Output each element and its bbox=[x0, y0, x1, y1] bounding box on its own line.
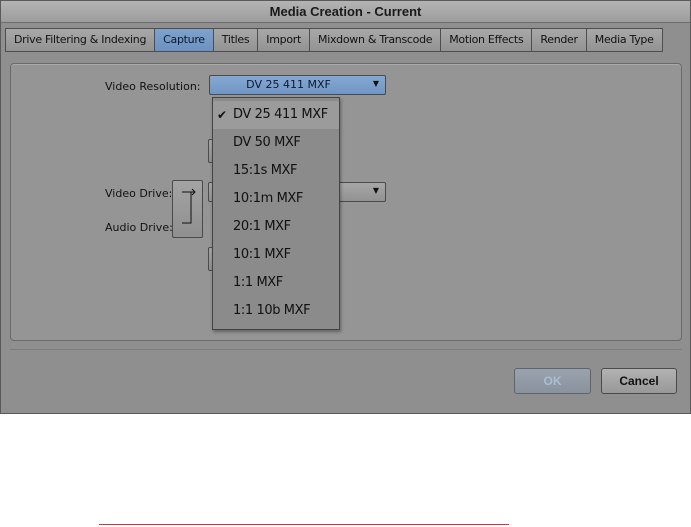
tab-mixdown-transcode[interactable]: Mixdown & Transcode bbox=[309, 28, 442, 52]
ok-button[interactable]: OK bbox=[514, 368, 591, 394]
media-creation-window: Media Creation - Current Drive Filtering… bbox=[0, 0, 691, 414]
capture-settings-panel bbox=[10, 63, 682, 341]
tab-import[interactable]: Import bbox=[257, 28, 311, 52]
underline-decoration bbox=[99, 524, 509, 525]
audio-drive-label: Audio Drive: bbox=[105, 221, 173, 234]
link-bracket-icon bbox=[182, 188, 196, 224]
window-title: Media Creation - Current bbox=[1, 1, 690, 23]
cancel-button[interactable]: Cancel bbox=[601, 368, 677, 394]
footer-divider bbox=[10, 349, 682, 350]
chevron-down-icon: ▼ bbox=[372, 186, 379, 195]
video-resolution-label: Video Resolution: bbox=[105, 80, 201, 93]
tab-drive-filtering-indexing[interactable]: Drive Filtering & Indexing bbox=[5, 28, 156, 52]
dropdown-option[interactable]: 1:1 MXF bbox=[213, 269, 339, 297]
dropdown-option[interactable]: 10:1 MXF bbox=[213, 241, 339, 269]
video-resolution-dropdown: ✔ DV 25 411 MXF DV 50 MXF 15:1s MXF 10:1… bbox=[212, 97, 340, 330]
tab-motion-effects[interactable]: Motion Effects bbox=[440, 28, 533, 52]
dropdown-option[interactable]: 20:1 MXF bbox=[213, 213, 339, 241]
dropdown-option[interactable]: 15:1s MXF bbox=[213, 157, 339, 185]
tab-bar: Drive Filtering & Indexing Capture Title… bbox=[5, 28, 663, 53]
dropdown-option[interactable]: 10:1m MXF bbox=[213, 185, 339, 213]
tab-media-type[interactable]: Media Type bbox=[585, 28, 663, 52]
video-resolution-value: DV 25 411 MXF bbox=[246, 78, 331, 91]
tab-render[interactable]: Render bbox=[531, 28, 587, 52]
checkmark-icon: ✔ bbox=[217, 108, 227, 122]
dropdown-option[interactable]: 1:1 10b MXF bbox=[213, 297, 339, 325]
chevron-down-icon: ▼ bbox=[372, 79, 379, 88]
dropdown-option[interactable]: DV 50 MXF bbox=[213, 129, 339, 157]
tab-titles[interactable]: Titles bbox=[212, 28, 259, 52]
video-drive-label: Video Drive: bbox=[105, 187, 173, 200]
drive-link-toggle[interactable] bbox=[172, 180, 203, 238]
video-resolution-select[interactable]: DV 25 411 MXF ▼ bbox=[209, 75, 386, 95]
tab-capture[interactable]: Capture bbox=[154, 28, 214, 52]
dropdown-option[interactable]: ✔ DV 25 411 MXF bbox=[213, 101, 339, 129]
